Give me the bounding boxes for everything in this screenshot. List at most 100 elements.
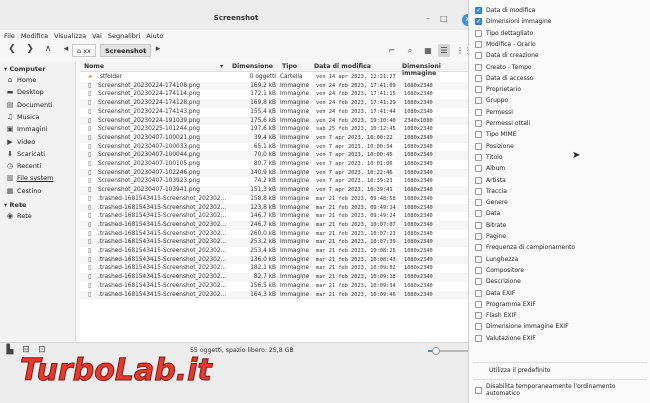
sidebar-section-header[interactable]: ▾ Rete [4, 201, 26, 209]
breadcrumb-current[interactable]: Screenshot [100, 44, 152, 57]
column-name[interactable]: Nome [84, 63, 104, 70]
column-option[interactable]: Data di creazione [475, 52, 539, 60]
menu-item[interactable]: Segnalibri [108, 30, 141, 42]
column-option[interactable]: Pagine [475, 233, 506, 240]
column-option[interactable]: Traccia [475, 187, 507, 195]
checkbox[interactable] [475, 386, 482, 394]
table-row[interactable]: ▰ .stfolder 0 oggetti Cartella ven 14 apr 20… [80, 73, 472, 82]
sidebar-toggle-icon[interactable]: ▙ [4, 345, 16, 355]
checkbox[interactable] [475, 153, 482, 161]
disable-sort-option[interactable]: Disabilita temporaneamente l'ordinamento… [475, 383, 650, 397]
table-row[interactable]: ▯ Screenshot_20230224-191039.png 175,6 kB I… [80, 116, 472, 126]
column-option[interactable]: Compositore [475, 266, 524, 274]
column-option[interactable]: Frequenza di campionamento [475, 244, 575, 252]
sidebar-item[interactable]: ⌂ Home [6, 76, 36, 84]
column-option[interactable]: Titolo [475, 153, 503, 161]
column-size[interactable]: Dimensione [232, 63, 273, 70]
checkbox[interactable] [475, 131, 482, 139]
table-row[interactable]: ▯ .trashed-1681543415-Screenshot_202302..… [80, 247, 472, 256]
column-option[interactable]: Flash EXIF [475, 312, 517, 320]
table-row[interactable]: ▯ Screenshot_20230224-174143.png 155,4 kB I… [80, 108, 472, 117]
checkbox[interactable] [475, 86, 482, 94]
table-row[interactable]: ▯ Screenshot_20230224-174108.png 169,2 kB I… [80, 81, 472, 91]
table-row[interactable]: ▯ .trashed-1681543415-Screenshot_202302..… [80, 230, 472, 239]
sidebar-item[interactable]: ▤ Documenti [6, 101, 53, 109]
table-row[interactable]: ▯ .trashed-1681543415-Screenshot_202302..… [80, 238, 472, 247]
table-row[interactable]: ▯ Screenshot_20230224-174114.png 172,1 kB I… [80, 90, 472, 99]
checkbox[interactable] [475, 187, 482, 195]
checkbox[interactable] [475, 108, 482, 116]
checkbox[interactable] [475, 244, 482, 252]
column-option[interactable]: Modifica - Orario [475, 40, 536, 48]
checkbox[interactable] [475, 142, 482, 150]
column-option[interactable]: Bitrate [475, 221, 506, 229]
checkbox[interactable] [475, 312, 482, 320]
menu-item[interactable]: Visualizza [54, 30, 86, 42]
column-option[interactable]: Lunghezza [475, 255, 518, 263]
checkbox[interactable] [475, 300, 482, 308]
menu-item[interactable]: Vai [92, 30, 102, 42]
up-icon[interactable]: ∧ [42, 44, 54, 54]
sidebar-item[interactable]: ▣ Immagini [6, 125, 48, 133]
next-crumb-icon[interactable]: ▸ [152, 44, 164, 54]
icon-view-icon[interactable]: ▦ [422, 44, 434, 57]
search-icon[interactable]: ⌕ [404, 44, 416, 57]
column-type[interactable]: Tipo [282, 63, 297, 70]
column-option[interactable]: ✓ Dimensioni immagine [475, 18, 551, 26]
checkbox[interactable] [475, 233, 482, 240]
compact-view-icon[interactable]: ⋮⋮ [456, 44, 472, 57]
sidebar-item[interactable]: ▬ Desktop [6, 88, 44, 96]
forward-icon[interactable]: ❯ [24, 44, 36, 54]
table-row[interactable]: ▯ .trashed-1681543415-Screenshot_202302..… [80, 212, 472, 221]
column-option[interactable]: Data [475, 210, 500, 218]
column-option[interactable]: Programma EXIF [475, 300, 536, 308]
checkbox[interactable] [475, 52, 482, 60]
table-row[interactable]: ▯ Screenshot_20230407-100021.png 39,4 kB Im… [80, 133, 472, 143]
checkbox[interactable] [475, 199, 482, 207]
checkbox[interactable] [475, 266, 482, 274]
checkbox[interactable] [475, 40, 482, 48]
sidebar-section-header[interactable]: ▾ Computer [4, 65, 46, 73]
table-row[interactable]: ▯ .trashed-1681543415-Screenshot_202302..… [80, 220, 472, 230]
column-option[interactable]: Creato - Tempo [475, 63, 532, 71]
checkbox[interactable] [475, 323, 482, 331]
checkbox[interactable] [475, 176, 482, 184]
column-option[interactable]: Gruppo [475, 97, 508, 105]
checkbox[interactable] [475, 120, 482, 127]
table-row[interactable]: ▯ .trashed-1681543415-Screenshot_202302..… [80, 290, 472, 300]
sidebar-item[interactable]: ◉ Rete [6, 212, 32, 220]
table-row[interactable]: ▯ .trashed-1681543415-Screenshot_202302..… [80, 255, 472, 265]
checkbox[interactable] [475, 289, 482, 297]
sidebar-item[interactable]: ◷ Recenti [6, 162, 41, 170]
sidebar-item[interactable]: ⬇ Scaricati [6, 150, 45, 158]
back-icon[interactable]: ❮ [6, 44, 18, 54]
checkbox[interactable] [475, 210, 482, 218]
menu-item[interactable]: File [4, 30, 15, 42]
checkbox[interactable] [475, 165, 482, 173]
column-option[interactable]: Valutazione EXIF [475, 334, 536, 342]
checkbox[interactable]: ✓ [475, 7, 482, 14]
column-option[interactable]: Data EXIF [475, 289, 515, 297]
column-option[interactable]: Album [475, 165, 505, 173]
sidebar-item[interactable]: ▥ File system [6, 174, 54, 182]
list-view-icon[interactable]: ☰ [438, 44, 450, 57]
column-option[interactable]: Tipo dettagliato [475, 29, 533, 37]
column-option[interactable]: Dimensione immagine EXIF [475, 323, 569, 331]
zoom-knob[interactable] [432, 347, 440, 355]
column-option[interactable]: Descrizione [475, 278, 521, 286]
column-option[interactable]: Tipo MIME [475, 131, 516, 139]
table-row[interactable]: ▯ .trashed-1681543415-Screenshot_202302..… [80, 282, 472, 291]
checkbox[interactable] [475, 97, 482, 105]
checkbox[interactable] [475, 63, 482, 71]
checkbox[interactable] [475, 278, 482, 286]
toggle-location-icon[interactable]: ◂ [60, 44, 72, 54]
table-row[interactable]: ▯ Screenshot_20230407-102246.png 140,9 kB I… [80, 168, 472, 178]
table-row[interactable]: ▯ Screenshot_20230407-100044.png 70,0 kB Im… [80, 151, 472, 160]
table-row[interactable]: ▯ Screenshot_20230224-174128.png 169,8 kB I… [80, 99, 472, 108]
column-option[interactable]: Posizione [475, 142, 514, 150]
breadcrumb-home[interactable]: ⌂ xx [72, 44, 96, 57]
checkbox[interactable] [475, 334, 482, 342]
column-option[interactable]: Genere [475, 199, 508, 207]
column-option[interactable]: Permessi ottali [475, 120, 530, 127]
menu-item[interactable]: Aiuto [146, 30, 163, 42]
